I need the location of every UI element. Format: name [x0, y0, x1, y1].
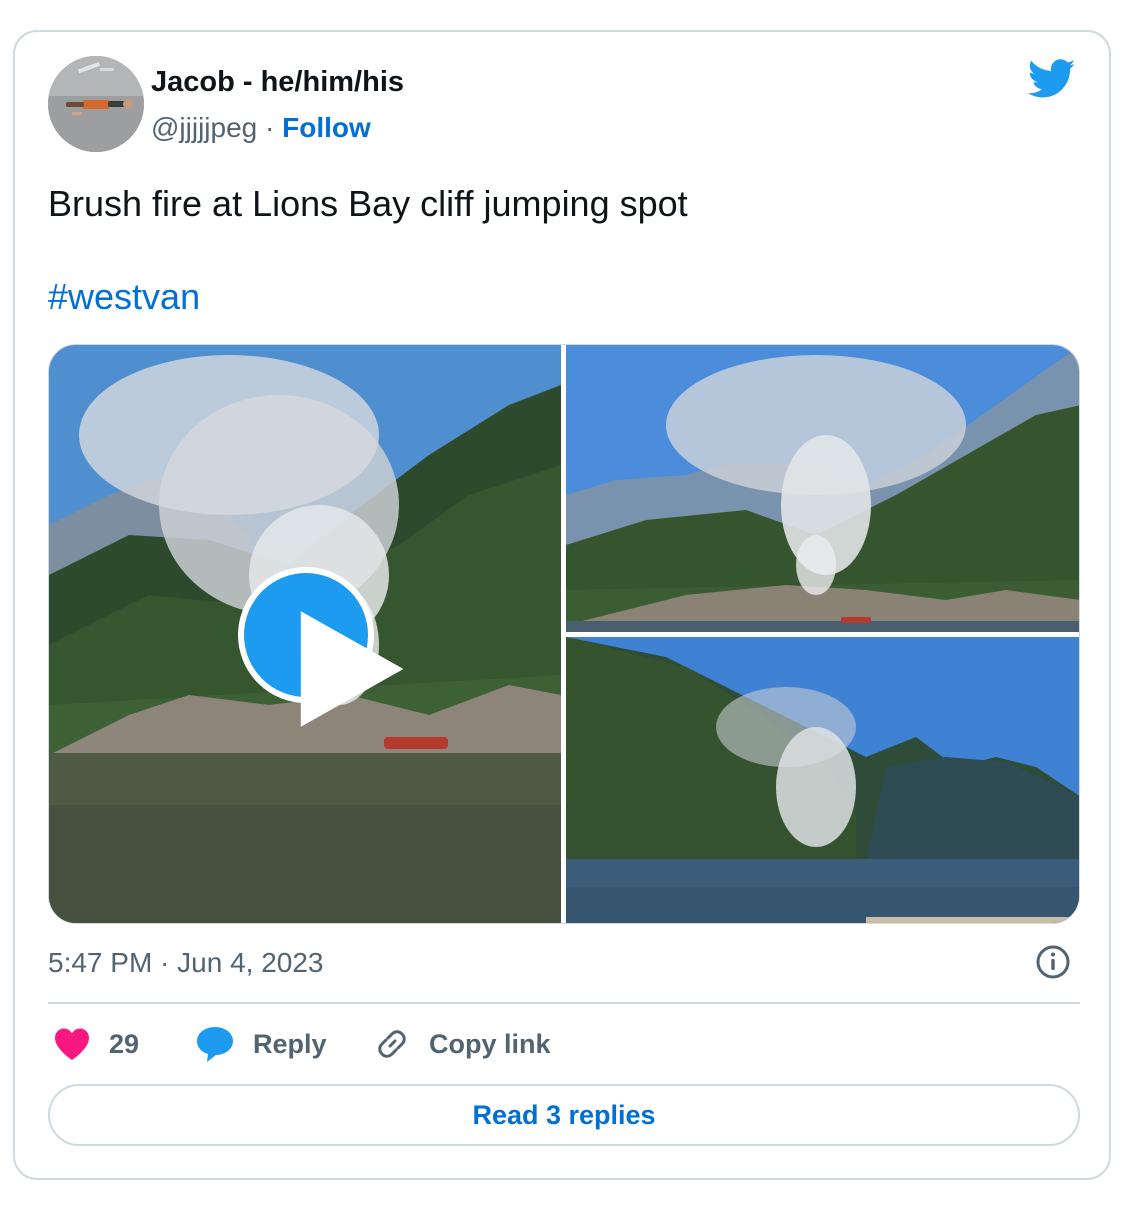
meta-separator: ·: [265, 112, 275, 143]
copy-link-label: Copy link: [429, 1028, 551, 1059]
avatar[interactable]: [48, 56, 144, 152]
like-count: 29: [109, 1028, 140, 1059]
author-name[interactable]: Jacob - he/him/his: [151, 66, 404, 99]
tweet-timestamp[interactable]: 5:47 PM · Jun 4, 2023: [48, 947, 324, 979]
author-meta: @jjjjjpeg · Follow: [151, 112, 371, 144]
heart-icon: [55, 1028, 89, 1060]
media-grid: [48, 344, 1080, 924]
link-icon: [378, 1030, 406, 1058]
photo-3[interactable]: [566, 637, 1079, 923]
twitter-bird-icon[interactable]: [1028, 59, 1076, 99]
video-thumbnail[interactable]: [49, 345, 561, 923]
tweet-card: Jacob - he/him/his @jjjjjpeg · Follow Br…: [13, 30, 1111, 1180]
reply-label: Reply: [253, 1028, 327, 1059]
photo-2[interactable]: [566, 345, 1079, 632]
hashtag-link[interactable]: #westvan: [48, 276, 200, 318]
copy-link-button[interactable]: Copy link: [373, 1022, 551, 1066]
reply-button[interactable]: Reply: [195, 1022, 327, 1066]
follow-button[interactable]: Follow: [282, 112, 371, 143]
read-replies-button[interactable]: Read 3 replies: [48, 1084, 1080, 1146]
divider: [48, 1002, 1080, 1004]
tweet-text: Brush fire at Lions Bay cliff jumping sp…: [48, 183, 688, 224]
like-button[interactable]: 29: [53, 1022, 139, 1066]
info-icon[interactable]: [1035, 944, 1071, 980]
speech-bubble-icon: [197, 1027, 233, 1062]
play-button[interactable]: [238, 567, 404, 727]
play-icon: [300, 611, 404, 727]
author-handle[interactable]: @jjjjjpeg: [151, 112, 257, 143]
